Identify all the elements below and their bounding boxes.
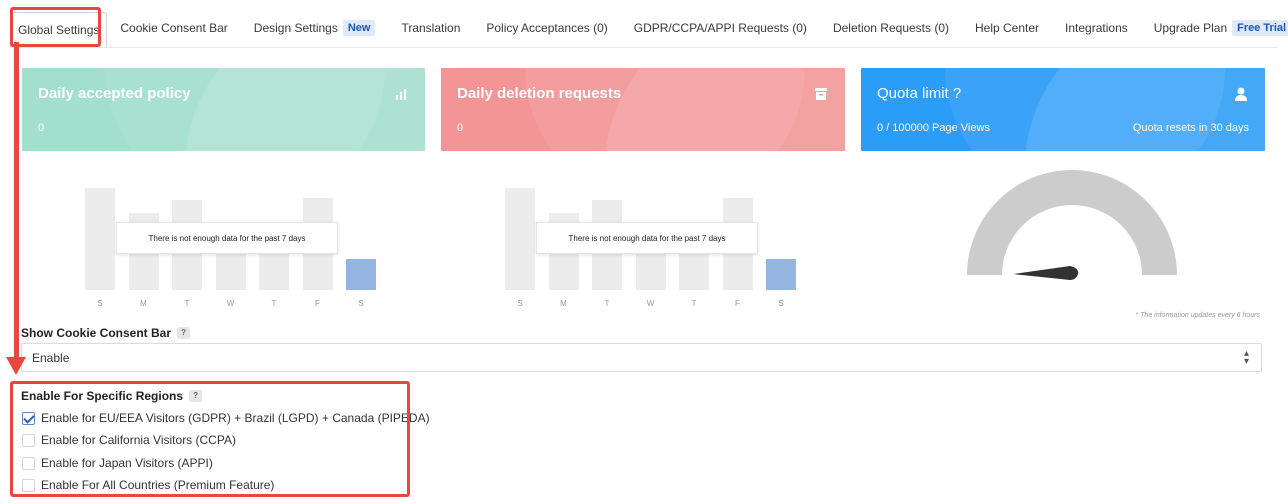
tab-label: Help Center bbox=[975, 21, 1040, 35]
tab-label: Deletion Requests (0) bbox=[832, 21, 949, 35]
day-label: T bbox=[604, 299, 610, 308]
annotation-arrow-head bbox=[6, 357, 26, 375]
highlight-box-tab bbox=[10, 7, 101, 47]
day-label: F bbox=[315, 299, 320, 308]
archive-icon bbox=[815, 88, 827, 100]
deletion-requests-card: Daily deletion requests 0 bbox=[441, 68, 845, 151]
tab-gdpr-requests[interactable]: GDPR/CCPA/APPI Requests (0) bbox=[621, 8, 820, 48]
day-label: T bbox=[184, 299, 190, 308]
card-value: 0 / 100000 Page Views bbox=[877, 122, 990, 134]
show-bar-label-text: Show Cookie Consent Bar bbox=[21, 326, 172, 340]
tab-label: Design Settings bbox=[253, 21, 338, 35]
free-trial-badge: Free Trial bbox=[1232, 20, 1288, 36]
card-title: Quota limit ? bbox=[877, 85, 962, 102]
highlight-box-regions bbox=[10, 381, 410, 497]
no-data-tooltip: There is not enough data for the past 7 … bbox=[536, 222, 758, 254]
show-bar-select[interactable]: Enable ▴ ▾ bbox=[21, 343, 1262, 372]
day-label: S bbox=[358, 299, 364, 308]
chart-bar bbox=[505, 187, 535, 290]
card-title: Daily deletion requests bbox=[457, 85, 622, 102]
tab-translation[interactable]: Translation bbox=[388, 8, 473, 48]
card-title: Daily accepted policy bbox=[38, 85, 191, 102]
card-value: 0 bbox=[38, 122, 45, 134]
no-data-tooltip: There is not enough data for the past 7 … bbox=[116, 222, 338, 254]
tab-label: Upgrade Plan bbox=[1153, 21, 1228, 35]
tab-design-settings[interactable]: Design Settings New bbox=[241, 8, 389, 48]
select-arrow-icon: ▴ ▾ bbox=[1243, 348, 1249, 367]
quota-gauge bbox=[967, 170, 1177, 280]
gauge-update-note: * The information updates every 6 hours bbox=[1135, 312, 1260, 319]
day-label: W bbox=[646, 299, 655, 308]
day-label: S bbox=[97, 299, 103, 308]
select-value: Enable bbox=[32, 350, 70, 365]
tab-label: Integrations bbox=[1065, 21, 1128, 35]
help-icon[interactable]: ? bbox=[177, 327, 191, 339]
quota-limit-card: Quota limit ? 0 / 100000 Page Views Quot… bbox=[861, 68, 1265, 151]
tab-help-center[interactable]: Help Center bbox=[962, 8, 1052, 48]
accepted-policy-card: Daily accepted policy 0 bbox=[22, 68, 425, 151]
settings-tabs: Global Settings Cookie Consent Bar Desig… bbox=[10, 8, 1288, 48]
show-bar-label: Show Cookie Consent Bar ? bbox=[21, 326, 191, 340]
tab-label: Translation bbox=[401, 21, 461, 35]
tab-deletion-requests[interactable]: Deletion Requests (0) bbox=[820, 8, 962, 48]
accepted-policy-chart: There is not enough data for the past 7 … bbox=[80, 160, 380, 310]
tab-label: Cookie Consent Bar bbox=[120, 21, 228, 35]
deletion-requests-chart: There is not enough data for the past 7 … bbox=[500, 160, 800, 310]
tab-upgrade-plan[interactable]: Upgrade Plan Free Trial bbox=[1141, 8, 1288, 48]
day-label: W bbox=[226, 299, 235, 308]
user-icon bbox=[1235, 87, 1247, 101]
chart-bar bbox=[346, 258, 376, 290]
quota-reset-text: Quota resets in 30 days bbox=[1132, 122, 1249, 134]
card-value: 0 bbox=[457, 122, 464, 134]
tab-cookie-consent-bar[interactable]: Cookie Consent Bar bbox=[107, 8, 240, 48]
tabs-divider bbox=[10, 47, 1278, 48]
day-label: M bbox=[560, 299, 567, 308]
tab-label: GDPR/CCPA/APPI Requests (0) bbox=[633, 21, 807, 35]
gauge-needle bbox=[1013, 266, 1079, 280]
gauge-track bbox=[967, 170, 1177, 275]
day-label: S bbox=[517, 299, 523, 308]
bar-chart-icon bbox=[396, 89, 406, 100]
new-badge: New bbox=[342, 20, 376, 36]
tab-integrations[interactable]: Integrations bbox=[1052, 8, 1141, 48]
day-label: F bbox=[735, 299, 740, 308]
chart-bar bbox=[766, 258, 796, 290]
day-label: T bbox=[271, 299, 277, 308]
day-label: M bbox=[140, 299, 147, 308]
tab-label: Policy Acceptances (0) bbox=[486, 21, 608, 35]
tab-policy-acceptances[interactable]: Policy Acceptances (0) bbox=[473, 8, 620, 48]
day-label: S bbox=[778, 299, 784, 308]
day-label: T bbox=[691, 299, 697, 308]
annotation-arrow bbox=[14, 42, 19, 362]
chart-bar bbox=[85, 187, 115, 290]
